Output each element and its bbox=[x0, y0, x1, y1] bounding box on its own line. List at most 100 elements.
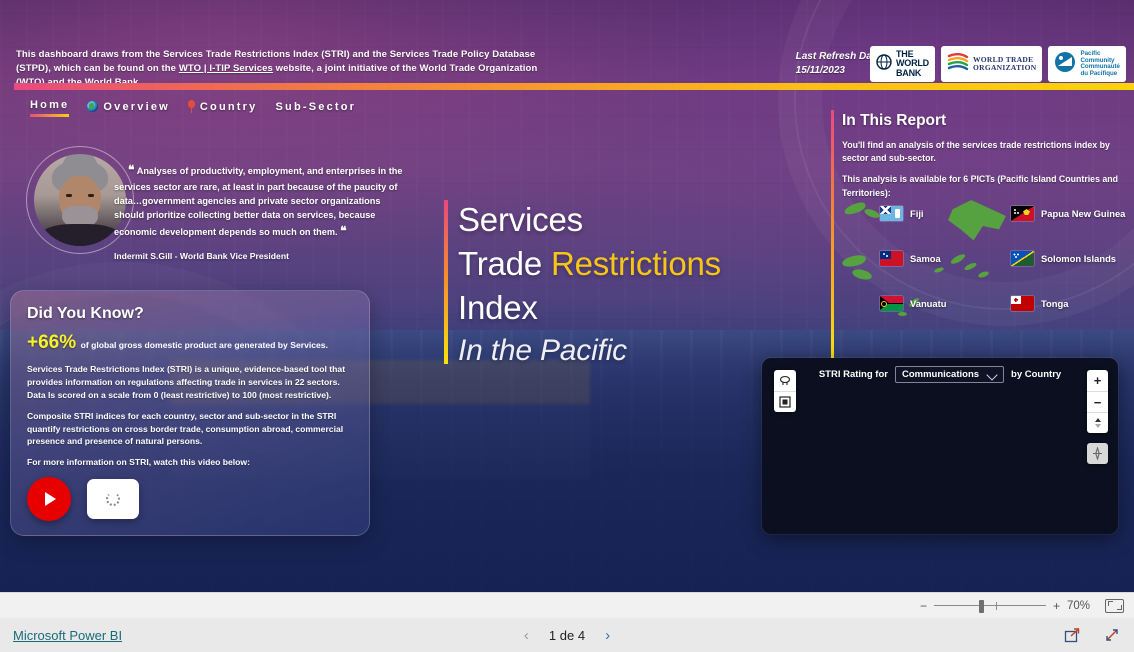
nav-label-sub-sector: Sub-Sector bbox=[275, 100, 357, 113]
avatar-eye-right bbox=[88, 194, 94, 197]
plus-icon[interactable]: + bbox=[1053, 600, 1060, 612]
in-this-report-accent-bar bbox=[831, 110, 834, 358]
nav-item-country[interactable]: Country bbox=[187, 100, 258, 116]
nav-label-overview: Overview bbox=[103, 100, 170, 113]
country-item-solomon-islands[interactable]: Solomon Islands bbox=[1011, 251, 1134, 266]
wto-logo: WORLD TRADE ORGANIZATION bbox=[940, 46, 1043, 82]
map-title-prefix: STRI Rating for bbox=[818, 369, 888, 380]
stat-number: +66% bbox=[27, 332, 77, 353]
wto-swoosh-icon bbox=[947, 52, 969, 77]
share-icon[interactable] bbox=[1064, 627, 1080, 643]
nav-item-overview[interactable]: Overview bbox=[87, 101, 170, 116]
report-canvas: This dashboard draws from the Services T… bbox=[0, 0, 1134, 592]
report-nav: Home Overview Country Sub-Sector bbox=[30, 99, 356, 117]
in-this-report-paragraph-2: This analysis is available for 6 PICTs (… bbox=[842, 174, 1119, 198]
country-name: Fiji bbox=[910, 208, 924, 219]
quote-mark-close: ❝ bbox=[340, 224, 347, 239]
quote-mark-open: ❝ bbox=[128, 163, 135, 177]
minus-icon[interactable]: − bbox=[920, 600, 927, 612]
wto-itip-services-link[interactable]: WTO | I-TIP Services bbox=[179, 63, 273, 74]
status-bar: − + 70% bbox=[0, 592, 1134, 618]
map-zoom-in-button[interactable]: + bbox=[1087, 370, 1108, 391]
map-tool-buttons bbox=[774, 370, 796, 412]
nav-label-country: Country bbox=[199, 100, 258, 113]
map-title-suffix: by Country bbox=[1011, 369, 1062, 380]
quote-block: ❝ Analyses of productivity, employment, … bbox=[114, 161, 404, 261]
title-line-2a: Trade bbox=[458, 245, 551, 283]
nav-label-home: Home bbox=[30, 99, 70, 111]
avatar bbox=[34, 154, 126, 246]
partner-logos: THE WORLD BANK WORLD TRADE ORGANIZATION bbox=[869, 46, 1126, 82]
country-name: Solomon Islands bbox=[1041, 253, 1117, 264]
chevron-right-icon[interactable]: › bbox=[605, 627, 610, 644]
zoom-percent-label: 70% bbox=[1067, 599, 1091, 612]
nav-item-home[interactable]: Home bbox=[30, 99, 70, 117]
island-shape bbox=[863, 207, 881, 220]
zoom-slider-tick bbox=[995, 601, 998, 610]
country-item-papua-new-guinea[interactable]: Papua New Guinea bbox=[1011, 206, 1134, 221]
country-item-samoa[interactable]: Samoa bbox=[880, 251, 1003, 266]
video-thumbnail-card[interactable] bbox=[87, 479, 139, 520]
title-line-1: Services bbox=[458, 201, 583, 238]
title-accent-bar bbox=[444, 200, 448, 364]
did-you-know-card: Did You Know? +66% of global gross domes… bbox=[10, 290, 370, 536]
source-note-line-2-pre: which can be found on the bbox=[53, 62, 179, 74]
zoom-control: − + 70% bbox=[920, 599, 1097, 613]
did-you-know-heading: Did You Know? bbox=[27, 305, 144, 322]
wto-logo-text: WORLD TRADE ORGANIZATION bbox=[973, 56, 1036, 72]
sector-dropdown-value: Communications bbox=[901, 369, 980, 380]
pacific-community-logo: Pacific Community Communauté du Pacifiqu… bbox=[1048, 46, 1126, 82]
flag-icon-vanuatu bbox=[880, 296, 903, 311]
bottom-bar-actions bbox=[1064, 627, 1120, 643]
title-line-2: Trade Restrictions bbox=[458, 242, 721, 286]
zoom-slider[interactable] bbox=[933, 599, 1046, 613]
map-visual-title: STRI Rating for Communications by Countr… bbox=[762, 366, 1118, 383]
powerbi-brand-link[interactable]: Microsoft Power BI bbox=[13, 628, 122, 643]
map-zoom-out-button[interactable]: − bbox=[1087, 391, 1108, 412]
country-item-vanuatu[interactable]: Vanuatu bbox=[880, 296, 1003, 311]
focus-mode-icon[interactable] bbox=[774, 391, 796, 412]
page-navigation: ‹ 1 de 4 › bbox=[524, 627, 610, 644]
youtube-play-icon[interactable] bbox=[27, 477, 71, 522]
pacific-community-logo-text: Pacific Community Communauté du Pacifiqu… bbox=[1080, 50, 1120, 77]
island-shape bbox=[841, 253, 867, 269]
map-tilt-icon[interactable] bbox=[1087, 412, 1108, 433]
title-subtitle: In the Pacific bbox=[458, 333, 627, 367]
country-name: Samoa bbox=[910, 253, 941, 264]
country-name: Vanuatu bbox=[910, 298, 947, 309]
island-shape bbox=[851, 267, 873, 282]
in-this-report-block: In This Report You'll find an analysis o… bbox=[842, 112, 1132, 208]
map-zoom-buttons: + − bbox=[1087, 370, 1108, 433]
avatar-suit bbox=[40, 224, 120, 246]
quote-text: Analyses of productivity, employment, an… bbox=[114, 166, 403, 238]
flag-icon-solomon-islands bbox=[1011, 251, 1034, 266]
country-name: Papua New Guinea bbox=[1041, 208, 1126, 219]
flag-icon-tonga bbox=[1011, 296, 1034, 311]
compass-reset-icon[interactable] bbox=[1087, 443, 1108, 464]
did-you-know-paragraph-1: Services Trade Restrictions Index (STRI)… bbox=[27, 364, 346, 400]
lasso-select-icon[interactable] bbox=[774, 370, 796, 391]
wb-line3: BANK bbox=[895, 67, 922, 78]
did-you-know-paragraph-3: For more information on STRI, watch this… bbox=[27, 457, 250, 468]
title-line-3: Index bbox=[458, 289, 538, 327]
in-this-report-paragraph-1: You'll find an analysis of the services … bbox=[842, 140, 1110, 164]
fullscreen-icon[interactable] bbox=[1104, 627, 1120, 643]
fit-to-page-icon[interactable] bbox=[1105, 598, 1124, 613]
wto-line2: ORGANIZATION bbox=[972, 63, 1037, 72]
globe-icon bbox=[87, 101, 99, 112]
zoom-slider-thumb[interactable] bbox=[978, 599, 984, 613]
world-bank-logo-text: THE WORLD BANK bbox=[895, 49, 929, 78]
loading-spinner-icon bbox=[106, 492, 120, 507]
chevron-left-icon[interactable]: ‹ bbox=[524, 627, 529, 644]
page-indicator: 1 de 4 bbox=[548, 627, 586, 643]
country-item-tonga[interactable]: Tonga bbox=[1011, 296, 1134, 311]
map-pin-icon bbox=[187, 100, 195, 113]
map-visual[interactable]: STRI Rating for Communications by Countr… bbox=[762, 358, 1118, 534]
quote-portrait-wrap bbox=[26, 146, 134, 254]
country-item-fiji[interactable]: Fiji bbox=[880, 206, 1003, 221]
avatar-eye-left bbox=[66, 194, 72, 197]
nav-item-sub-sector[interactable]: Sub-Sector bbox=[275, 101, 356, 116]
flag-icon-papua-new-guinea bbox=[1011, 206, 1034, 221]
flag-icon-samoa bbox=[880, 251, 903, 266]
sector-dropdown[interactable]: Communications bbox=[894, 366, 1005, 383]
